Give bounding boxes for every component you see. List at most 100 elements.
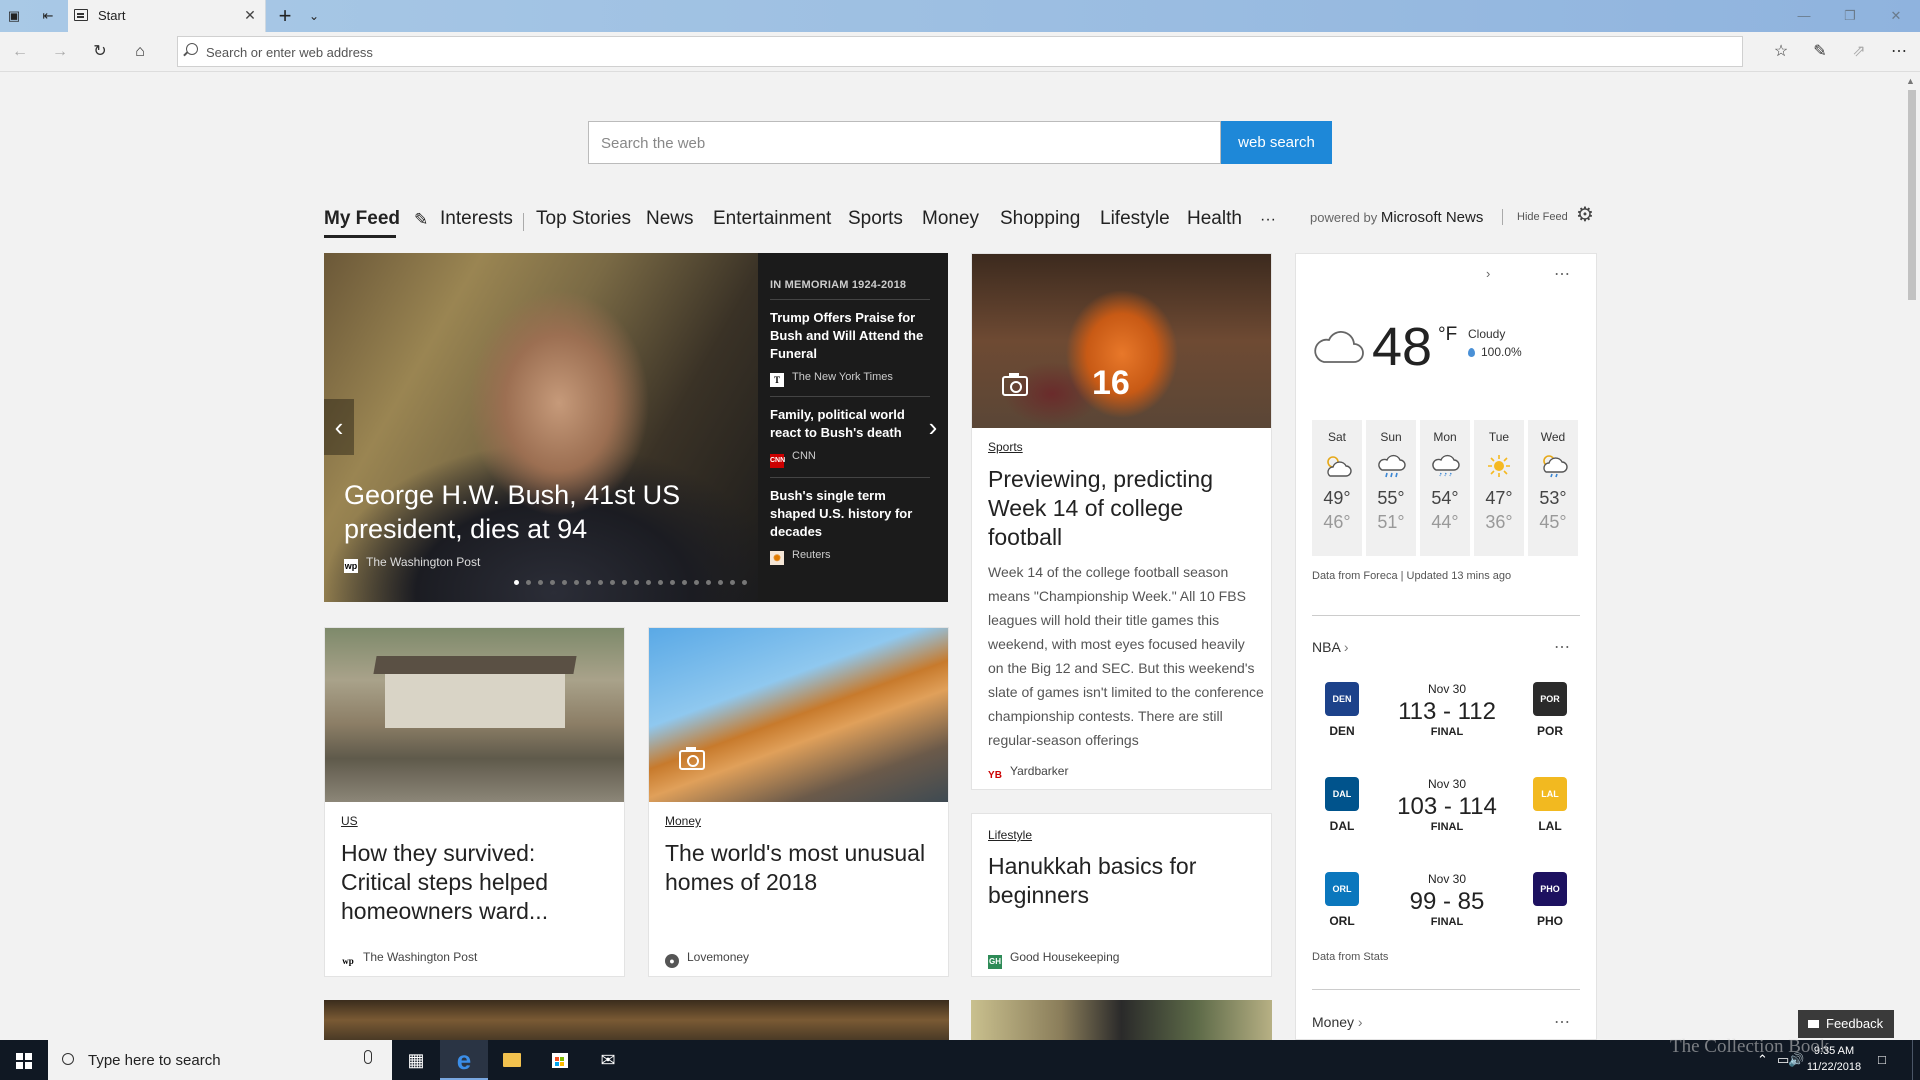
taskbar-search-box[interactable]: Type here to search [48, 1040, 392, 1080]
hero-title[interactable]: George H.W. Bush, 41st US president, die… [344, 478, 724, 546]
carousel-dot[interactable] [622, 580, 627, 585]
carousel-dot[interactable] [574, 580, 579, 585]
carousel-dot[interactable] [646, 580, 651, 585]
team-home[interactable]: DEN DEN [1312, 682, 1372, 738]
side-item-title[interactable]: Trump Offers Praise for Bush and Will At… [770, 309, 930, 363]
article-title[interactable]: Previewing, predicting Week 14 of colleg… [988, 465, 1258, 552]
share-button[interactable]: ⇗ [1848, 41, 1870, 63]
feedback-button[interactable]: Feedback [1798, 1010, 1894, 1038]
tab-top-stories[interactable]: Top Stories [536, 208, 631, 230]
side-item-title[interactable]: Bush's single term shaped U.S. history f… [770, 487, 930, 541]
carousel-dot[interactable] [658, 580, 663, 585]
favorites-button[interactable]: ☆ [1770, 41, 1792, 63]
hero-image[interactable] [324, 253, 758, 602]
money-more-button[interactable]: ⋯ [1554, 1012, 1571, 1032]
forecast-day[interactable]: Sat 49° 46° [1312, 420, 1362, 556]
team-home[interactable]: DAL DAL [1312, 777, 1372, 833]
tab-my-feed[interactable]: My Feed [324, 208, 400, 230]
article-category[interactable]: Lifestyle [988, 828, 1032, 842]
carousel-dot[interactable] [538, 580, 543, 585]
nba-game[interactable]: DAL DAL Nov 30 103 - 114 FINAL LAL LAL [1312, 777, 1580, 867]
vertical-scrollbar[interactable]: ▲ [1902, 72, 1920, 1040]
nba-game[interactable]: DEN DEN Nov 30 113 - 112 FINAL POR POR [1312, 682, 1580, 772]
nba-data-source[interactable]: Data from Stats [1312, 951, 1388, 963]
carousel-dot[interactable] [634, 580, 639, 585]
team-away[interactable]: POR POR [1520, 682, 1580, 738]
money-header[interactable]: Money › [1312, 1014, 1363, 1030]
list-item[interactable]: Bush's single term shaped U.S. history f… [770, 478, 930, 574]
team-away[interactable]: PHO PHO [1520, 872, 1580, 928]
carousel-dot[interactable] [682, 580, 687, 585]
list-item[interactable]: Family, political world react to Bush's … [770, 397, 930, 478]
new-tab-button[interactable]: + [272, 3, 298, 29]
article-category[interactable]: US [341, 814, 358, 828]
article-category[interactable]: Money [665, 814, 701, 828]
article-card-money[interactable]: Money The world's most unusual homes of … [648, 627, 949, 977]
temperature-unit[interactable]: °F [1438, 324, 1457, 346]
carousel-dot[interactable] [670, 580, 675, 585]
tab-lifestyle[interactable]: Lifestyle [1100, 208, 1170, 230]
carousel-dot[interactable] [718, 580, 723, 585]
carousel-next-button[interactable]: › [918, 399, 948, 455]
hero-carousel[interactable]: ‹ George H.W. Bush, 41st US president, d… [324, 253, 948, 602]
weather-more-button[interactable]: ⋯ [1554, 264, 1571, 284]
current-temperature[interactable]: 48 [1372, 316, 1432, 378]
carousel-dot[interactable] [610, 580, 615, 585]
web-note-button[interactable]: ✎ [1809, 41, 1831, 63]
carousel-dot[interactable] [526, 580, 531, 585]
carousel-dot[interactable] [742, 580, 747, 585]
article-title[interactable]: How they survived: Critical steps helped… [341, 839, 611, 926]
carousel-dot[interactable] [706, 580, 711, 585]
task-view-button[interactable]: ▦ [392, 1040, 440, 1080]
carousel-dot[interactable] [730, 580, 735, 585]
forecast-day[interactable]: Sun 55° 51° [1366, 420, 1416, 556]
store-button[interactable] [536, 1040, 584, 1080]
microphone-icon[interactable] [364, 1050, 372, 1064]
forecast-day[interactable]: Mon 54° 44° [1420, 420, 1470, 556]
start-button[interactable] [0, 1040, 48, 1080]
edge-taskbar-button[interactable]: e [440, 1040, 488, 1080]
team-home[interactable]: ORL ORL [1312, 872, 1372, 928]
forecast-day[interactable]: Wed 53° 45° [1528, 420, 1578, 556]
forecast-day[interactable]: Tue 47° 36° [1474, 420, 1524, 556]
article-card-lifestyle[interactable]: Lifestyle Hanukkah basics for beginners … [971, 813, 1272, 977]
scroll-thumb[interactable] [1908, 90, 1916, 300]
show-desktop-button[interactable] [1912, 1040, 1920, 1080]
scroll-up-icon[interactable]: ▲ [1906, 76, 1915, 86]
web-search-button[interactable]: web search [1221, 121, 1332, 164]
article-card-partial[interactable] [971, 1000, 1272, 1040]
nba-game[interactable]: ORL ORL Nov 30 99 - 85 FINAL PHO PHO [1312, 872, 1580, 962]
tab-start[interactable]: Start ✕ [68, 0, 266, 32]
money-article-image[interactable] [649, 628, 948, 802]
tab-preview-chevron-icon[interactable]: ⌄ [304, 6, 324, 26]
address-bar[interactable] [177, 36, 1743, 67]
sports-article-image[interactable]: 16 [972, 254, 1271, 428]
tab-money[interactable]: Money [922, 208, 979, 230]
article-title[interactable]: The world's most unusual homes of 2018 [665, 839, 935, 897]
restore-button[interactable]: ❐ [1830, 4, 1870, 28]
us-article-image[interactable] [325, 628, 624, 802]
team-away[interactable]: LAL LAL [1520, 777, 1580, 833]
tabs-aside-icon[interactable]: ▣ [4, 6, 24, 26]
tab-shopping[interactable]: Shopping [1000, 208, 1080, 230]
address-input[interactable] [206, 42, 1706, 62]
carousel-dot[interactable] [586, 580, 591, 585]
article-card-sports[interactable]: 16 Sports Previewing, predicting Week 14… [971, 253, 1272, 790]
carousel-dot[interactable] [562, 580, 567, 585]
carousel-dot[interactable] [694, 580, 699, 585]
web-search-box[interactable] [588, 121, 1221, 164]
hide-feed-link[interactable]: Hide Feed [1517, 211, 1568, 223]
carousel-dot[interactable] [598, 580, 603, 585]
set-aside-tabs-icon[interactable]: ⇤ [38, 6, 58, 26]
close-tab-icon[interactable]: ✕ [241, 6, 259, 24]
more-tabs-button[interactable]: ··· [1260, 211, 1276, 229]
article-card-us[interactable]: US How they survived: Critical steps hel… [324, 627, 625, 977]
list-item[interactable]: Trump Offers Praise for Bush and Will At… [770, 300, 930, 397]
tab-news[interactable]: News [646, 208, 694, 230]
tab-sports[interactable]: Sports [848, 208, 903, 230]
forward-button[interactable]: → [49, 41, 71, 63]
nba-header[interactable]: NBA › [1312, 639, 1349, 655]
chevron-right-icon[interactable]: › [1486, 266, 1490, 281]
article-title[interactable]: Hanukkah basics for beginners [988, 852, 1208, 910]
web-search-input[interactable] [601, 133, 1181, 153]
